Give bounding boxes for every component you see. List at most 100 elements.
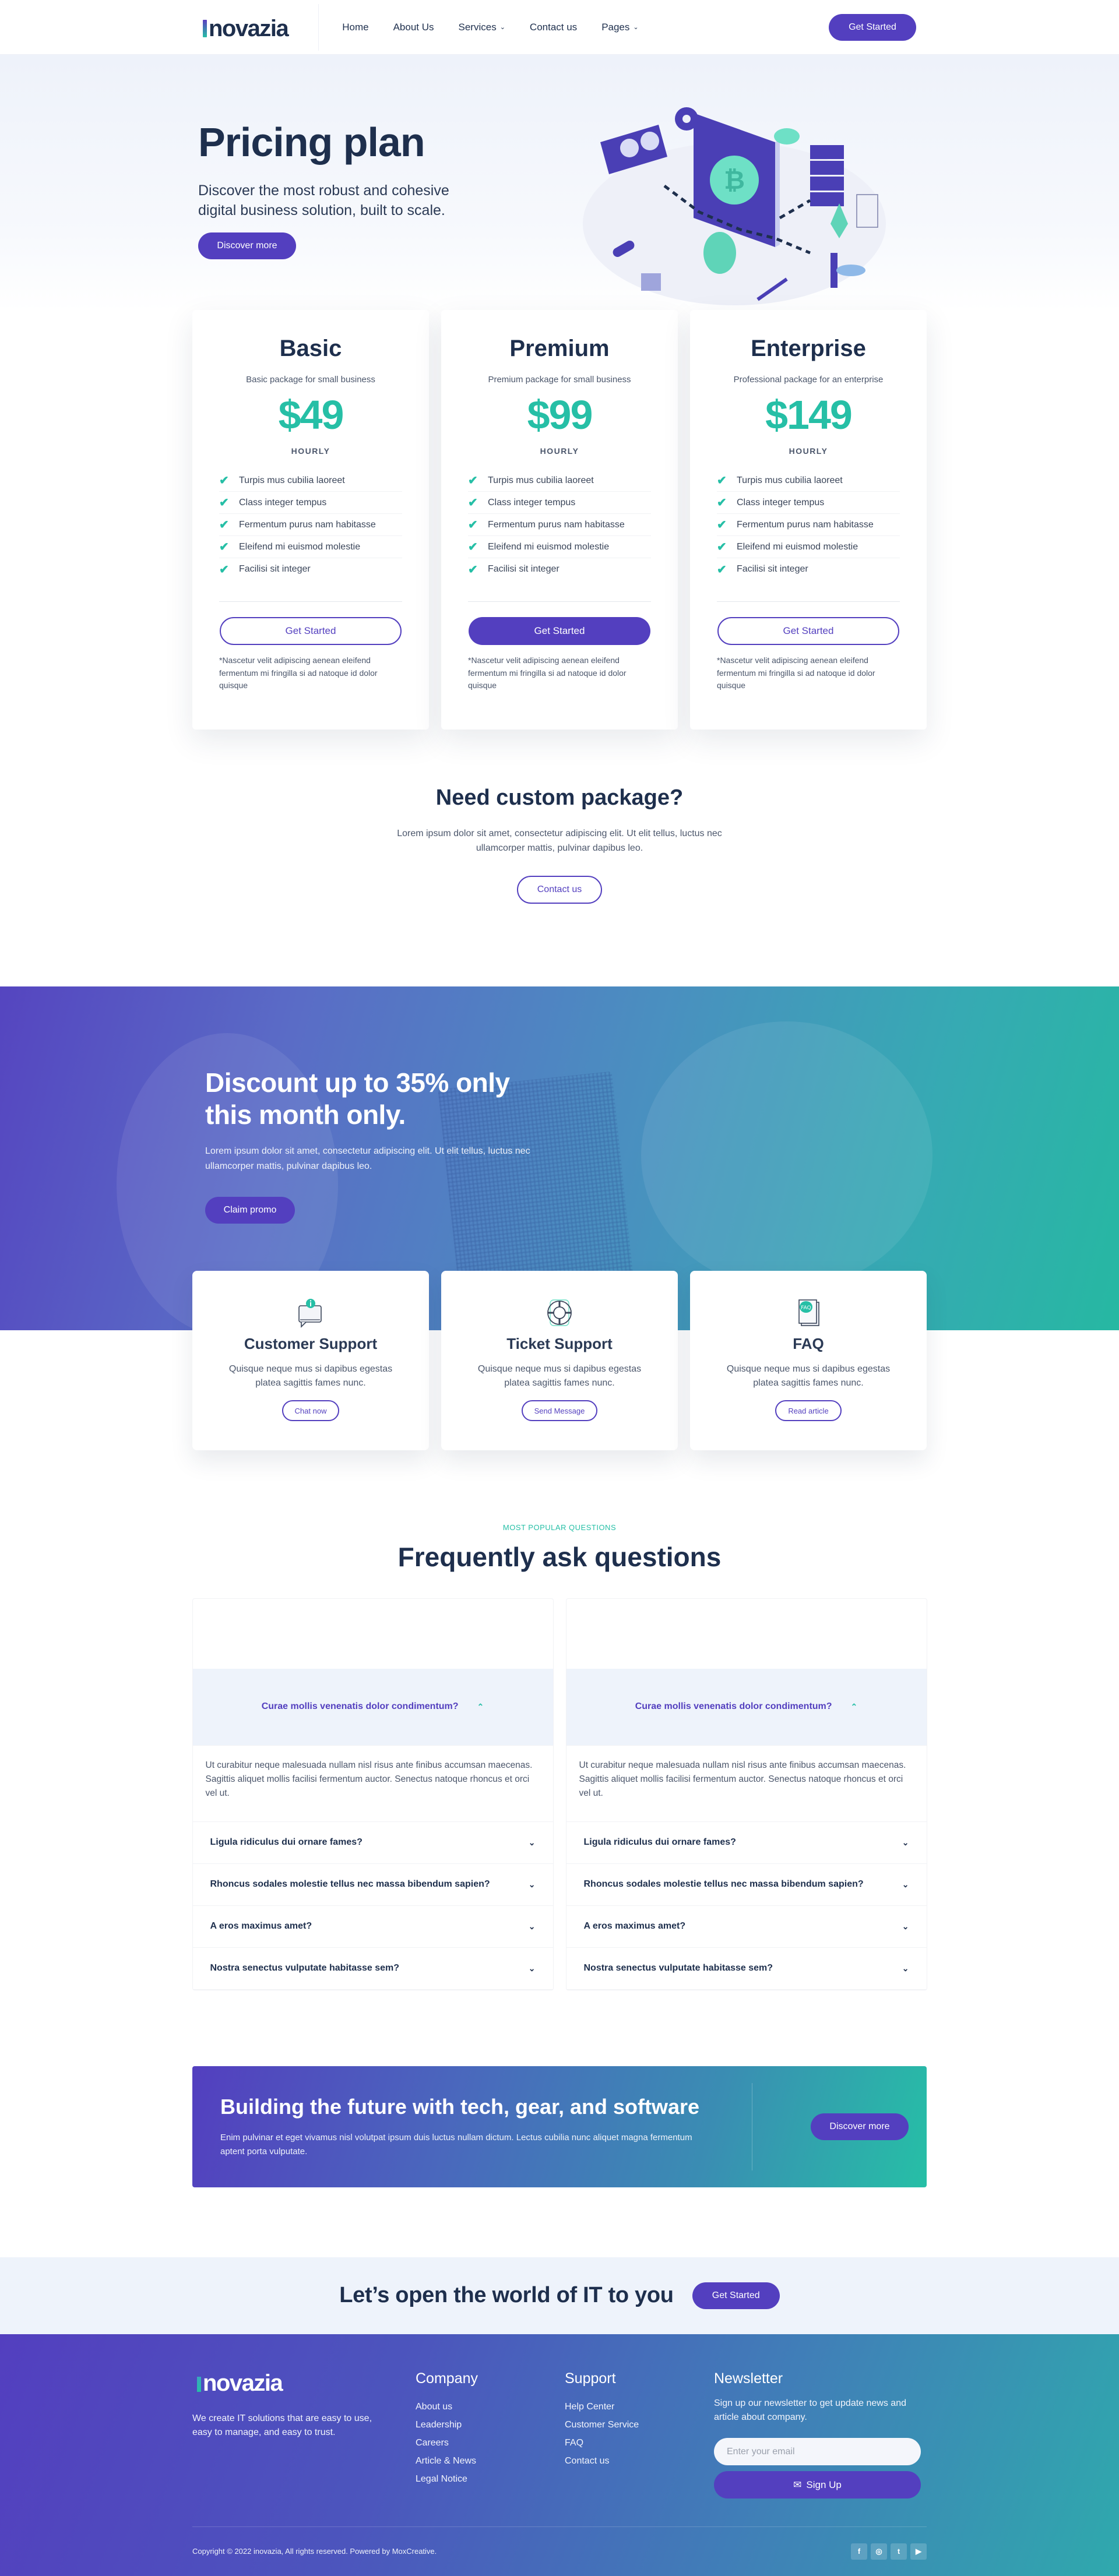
pricing-section: Basic Basic package for small business $49… [0, 310, 1119, 939]
footer-link-article-news[interactable]: Article & News [416, 2452, 565, 2470]
check-icon: ✔ [468, 474, 478, 487]
faq-question[interactable]: Nostra senectus vulputate habitasse sem?… [566, 1948, 927, 1990]
page-title: Pricing plan [198, 119, 425, 165]
hero-subtitle: Discover the most robust and cohesive di… [198, 182, 449, 219]
newsletter-title: Newsletter [714, 2370, 783, 2387]
feature-list: ✔ Turpis mus cubilia laoreet ✔ Class intege… [717, 470, 900, 580]
feature-list: ✔ Turpis mus cubilia laoreet ✔ Class intege… [468, 470, 651, 580]
plan-period: HOURLY [291, 446, 330, 456]
check-icon: ✔ [717, 563, 727, 576]
check-icon: ✔ [717, 541, 727, 554]
plan-get-started-button[interactable]: Get Started [469, 617, 650, 645]
social-links: f ◎ t ▶ [851, 2543, 927, 2560]
faq-question[interactable]: Curae mollis venenatis dolor condimentum… [566, 1668, 927, 1746]
faq-question[interactable]: Rhoncus sodales molestie tellus nec mass… [192, 1864, 553, 1906]
support-card-customer: Customer Support Quisque neque mus si da… [192, 1270, 429, 1450]
send-message-button[interactable]: Send Message [521, 1400, 598, 1422]
plan-period: HOURLY [789, 446, 828, 456]
faq-question[interactable]: Curae mollis venenatis dolor condimentum… [192, 1668, 553, 1746]
nav-item-pages[interactable]: Pages ⌄ [601, 22, 638, 33]
footer-link-contact-us[interactable]: Contact us [565, 2452, 714, 2470]
plan-divider [219, 601, 402, 602]
claim-promo-button[interactable]: Claim promo [205, 1197, 295, 1224]
nav-get-started-button[interactable]: Get Started [829, 14, 916, 41]
footer-link-careers[interactable]: Careers [416, 2434, 565, 2452]
feature-item: ✔ Class integer tempus [219, 492, 402, 514]
support-card-text: Quisque neque mus si dapibus egestas pla… [726, 1363, 891, 1389]
feature-item: ✔ Class integer tempus [468, 492, 651, 514]
check-icon: ✔ [468, 496, 478, 509]
check-icon: ✔ [219, 496, 229, 509]
svg-text:FAQ: FAQ [801, 1305, 811, 1311]
brand-logo[interactable]: novazia [203, 13, 318, 42]
pricing-card-basic: Basic Basic package for small business $49… [192, 310, 429, 730]
check-icon: ✔ [468, 541, 478, 554]
open-world-get-started-button[interactable]: Get Started [692, 2282, 780, 2309]
contact-us-button[interactable]: Contact us [517, 875, 602, 904]
plan-note: *Nascetur velit adipiscing aenean eleife… [219, 656, 378, 690]
faq-question[interactable]: Ligula ridiculus dui ornare fames? ⌄ [566, 1822, 927, 1864]
discount-content: Discount up to 35% only this month only.… [205, 1067, 543, 1224]
check-icon: ✔ [219, 519, 229, 531]
youtube-icon[interactable]: ▶ [910, 2543, 927, 2560]
support-card-title: Ticket Support [506, 1334, 613, 1352]
support-card-text: Quisque neque mus si dapibus egestas pla… [477, 1363, 642, 1389]
newsletter-signup-button[interactable]: ✉ Sign Up [714, 2471, 921, 2499]
support-card-title: FAQ [793, 1334, 824, 1352]
nav-item-home[interactable]: Home [342, 22, 368, 33]
faq-question[interactable]: Nostra senectus vulputate habitasse sem?… [192, 1948, 553, 1990]
footer-link-help-center[interactable]: Help Center [565, 2398, 714, 2416]
facebook-icon[interactable]: f [851, 2543, 867, 2560]
chevron-up-icon: ⌃ [850, 1701, 858, 1711]
feature-item: ✔ Turpis mus cubilia laoreet [219, 470, 402, 492]
chevron-down-icon: ⌄ [902, 1837, 909, 1847]
pricing-card-premium: Premium Premium package for small busines… [441, 310, 678, 730]
logo-mark-icon [203, 20, 207, 37]
newsletter-email-input[interactable] [714, 2438, 921, 2466]
support-card-title: Customer Support [244, 1334, 378, 1352]
footer-link-faq[interactable]: FAQ [565, 2434, 714, 2452]
custom-package-block: Need custom package? Lorem ipsum dolor s… [0, 785, 1119, 904]
footer-link-customer-service[interactable]: Customer Service [565, 2416, 714, 2434]
footer: novazia We create IT solutions that are … [0, 2334, 1119, 2576]
pricing-cards: Basic Basic package for small business $49… [0, 310, 1119, 730]
footer-tagline: We create IT solutions that are easy to … [192, 2413, 372, 2438]
faq-answer: Ut curabitur neque malesuada nullam nisl… [566, 1746, 927, 1822]
faq-question[interactable]: A eros maximus amet? ⌄ [566, 1906, 927, 1948]
feature-item: ✔ Eleifend mi euismod molestie [219, 536, 402, 558]
instagram-icon[interactable]: ◎ [871, 2543, 887, 2560]
svg-text:₿: ₿ [724, 165, 745, 195]
cta-banner: Building the future with tech, gear, and… [192, 2066, 927, 2187]
background-hand-shape [641, 1021, 932, 1289]
support-section: Customer Support Quisque neque mus si da… [0, 1270, 1119, 1450]
faq-question[interactable]: Rhoncus sodales molestie tellus nec mass… [566, 1864, 927, 1906]
plan-get-started-button[interactable]: Get Started [717, 617, 899, 645]
footer-link-legal-notice[interactable]: Legal Notice [416, 2470, 565, 2488]
chat-now-button[interactable]: Chat now [281, 1400, 340, 1422]
envelope-icon: ✉ [793, 2479, 802, 2490]
plan-get-started-button[interactable]: Get Started [220, 617, 402, 645]
feature-item: ✔ Facilisi sit integer [219, 563, 311, 576]
open-world-strip: Let’s open the world of IT to you Get St… [0, 2257, 1119, 2334]
footer-link-leadership[interactable]: Leadership [416, 2416, 565, 2434]
faq-question[interactable]: Ligula ridiculus dui ornare fames? ⌄ [192, 1822, 553, 1864]
cta-discover-button[interactable]: Discover more [811, 2113, 909, 2140]
plan-name: Premium [509, 336, 610, 361]
nav-item-contact[interactable]: Contact us [530, 22, 577, 33]
plan-price: $149 [765, 392, 853, 438]
read-article-button[interactable]: Read article [775, 1400, 842, 1422]
nav-item-about[interactable]: About Us [393, 22, 434, 33]
faq-columns: Curae mollis venenatis dolor condimentum… [0, 1598, 1119, 1990]
main-nav: Home About Us Services ⌄ Contact us Pages… [342, 22, 829, 33]
nav-divider [318, 4, 319, 51]
twitter-icon[interactable]: t [891, 2543, 907, 2560]
footer-logo[interactable]: novazia [192, 2370, 416, 2397]
faq-question[interactable]: A eros maximus amet? ⌄ [192, 1906, 553, 1948]
feature-item: ✔ Fermentum purus nam habitasse [468, 514, 651, 536]
open-world-title: Let’s open the world of IT to you [339, 2283, 674, 2308]
support-card-text: Quisque neque mus si dapibus egestas pla… [228, 1363, 393, 1389]
hero-discover-button[interactable]: Discover more [198, 232, 296, 259]
nav-item-services[interactable]: Services ⌄ [459, 22, 505, 33]
copyright-text: Copyright © 2022 inovazia, All rights re… [192, 2547, 437, 2556]
footer-link-about-us[interactable]: About us [416, 2398, 565, 2416]
